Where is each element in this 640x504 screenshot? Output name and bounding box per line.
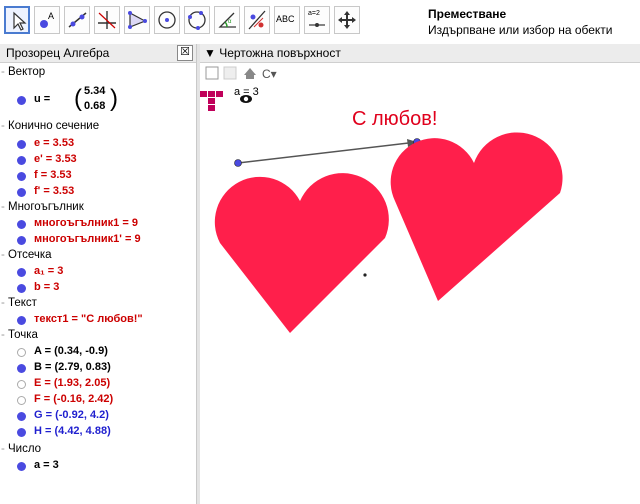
axes-toggle-icon (205, 66, 219, 80)
circle-tool-button[interactable] (154, 6, 180, 34)
heart-shape-right[interactable] (390, 132, 563, 301)
category-segment[interactable]: Отсечка (1, 249, 51, 265)
svg-text:A: A (48, 11, 54, 21)
visibility-dot-icon[interactable] (17, 220, 26, 229)
category-polygon[interactable]: Многоъгълник (1, 201, 84, 217)
graphics-title: ▼ Чертожна повърхност (204, 46, 341, 60)
conic-f: f = 3.53 (34, 169, 72, 181)
visibility-dot-icon[interactable] (17, 316, 26, 325)
slider-label: a = 3 (234, 86, 259, 98)
category-conic[interactable]: Конично сечение (1, 120, 99, 136)
slider-icon (309, 23, 325, 27)
active-tool-title: Преместване (428, 7, 507, 21)
grid-toggle-icon (223, 66, 237, 80)
text-1: текст1 = "С любов!" (34, 313, 143, 325)
visibility-dot-icon[interactable] (17, 140, 26, 149)
angle-tool-button[interactable]: α (214, 6, 240, 34)
close-icon[interactable]: ☒ (177, 45, 193, 61)
segment-a1: a₁ = 3 (34, 265, 64, 277)
visibility-dot-icon[interactable] (17, 156, 26, 165)
reflect-line-icon (248, 10, 266, 30)
text-tool-button[interactable]: ABC (274, 6, 300, 34)
circle-three-points-icon (188, 11, 206, 30)
heart-shape-left[interactable] (214, 173, 389, 333)
visibility-dot-icon[interactable] (17, 268, 26, 277)
vector-name: u = (34, 93, 51, 105)
point-a: A = (0.34, -0.9) (34, 345, 108, 357)
circle-3pt-tool-button[interactable] (184, 6, 210, 34)
vector-u-line[interactable] (237, 141, 418, 164)
point-g: G = (-0.92, 4.2) (34, 409, 109, 421)
move-view-arrows-icon (338, 11, 356, 29)
vector-x-value: 5.34 (84, 85, 106, 97)
point-start[interactable] (234, 159, 242, 167)
polygon-tool-button[interactable] (124, 6, 150, 34)
point-b: B = (2.79, 0.83) (34, 361, 111, 373)
slider-tool-button[interactable]: a=2 (304, 6, 330, 34)
category-vector[interactable]: Вектор (1, 66, 45, 82)
visibility-dot-icon[interactable] (17, 284, 26, 293)
active-tool-help: Издърпване или избор на обекти (428, 23, 613, 37)
visibility-dot-icon[interactable] (17, 172, 26, 181)
visibility-dot-icon[interactable] (17, 364, 26, 373)
polygon-1-prime: многоъгълник1' = 9 (34, 233, 141, 245)
graphics-title-text: Чертожна повърхност (219, 46, 341, 60)
conic-e-prime: e' = 3.53 (34, 153, 77, 165)
graphics-header: ▼ Чертожна повърхност (200, 44, 640, 63)
point-f: F = (-0.16, 2.42) (34, 393, 114, 405)
polygon-icon (128, 11, 147, 29)
bracket-right-icon: ) (110, 85, 118, 112)
canvas-text[interactable]: С любов! (352, 108, 437, 131)
move-view-tool-button[interactable] (334, 6, 360, 34)
visibility-dot-icon[interactable] (17, 428, 26, 437)
bracket-left-icon: ( (74, 85, 82, 112)
algebra-view: Прозорец Алгебра ☒ Вектор u = ( 5.34 0.6… (0, 44, 196, 504)
visibility-dot-icon[interactable] (17, 96, 26, 105)
visibility-dot-icon[interactable] (17, 412, 26, 421)
line-tool-button[interactable] (64, 6, 90, 34)
category-number[interactable]: Число (1, 443, 41, 459)
visibility-dot-icon[interactable] (17, 236, 26, 245)
reflect-tool-button[interactable] (244, 6, 270, 34)
perpendicular-icon (98, 11, 116, 29)
svg-text:C▾: C▾ (262, 67, 277, 81)
algebra-header: Прозорец Алгебра ☒ (0, 44, 196, 63)
circle-icon (158, 11, 176, 29)
vector-y-value: 0.68 (84, 100, 106, 112)
hidden-dot-icon[interactable] (17, 380, 26, 389)
line-icon (68, 12, 87, 28)
visibility-dot-icon[interactable] (17, 462, 26, 471)
hidden-dot-icon[interactable] (17, 396, 26, 405)
toolbar: A α ABC a=2 Преместване Издърпване или и… (0, 0, 640, 44)
category-text[interactable]: Текст (1, 297, 37, 313)
conic-e: e = 3.53 (34, 137, 75, 149)
algebra-title: Прозорец Алгебра (6, 46, 110, 60)
graphics-style-bar: C▾ (200, 63, 640, 83)
style-bar-icons: C▾ (205, 66, 277, 81)
conic-f-prime: f' = 3.53 (34, 185, 75, 197)
graphics-canvas[interactable] (200, 83, 640, 504)
polygon-1: многоъгълник1 = 9 (34, 217, 138, 229)
angle-icon: α (218, 12, 236, 28)
number-a: a = 3 (34, 459, 59, 471)
visibility-dot-icon[interactable] (17, 188, 26, 197)
point-e: E = (1.93, 2.05) (34, 377, 111, 389)
segment-b: b = 3 (34, 281, 60, 293)
svg-text:α: α (228, 19, 232, 25)
move-tool-button[interactable] (4, 6, 30, 34)
category-point[interactable]: Точка (1, 329, 38, 345)
text-tool-label: ABC (276, 14, 295, 24)
point-icon: A (40, 11, 54, 28)
perpendicular-tool-button[interactable] (94, 6, 120, 34)
hidden-dot-icon[interactable] (17, 348, 26, 357)
point-tool-button[interactable]: A (34, 6, 60, 34)
home-icon (244, 68, 256, 79)
point-h: H = (4.42, 4.88) (34, 425, 111, 437)
cursor-arrow-icon (13, 11, 27, 31)
